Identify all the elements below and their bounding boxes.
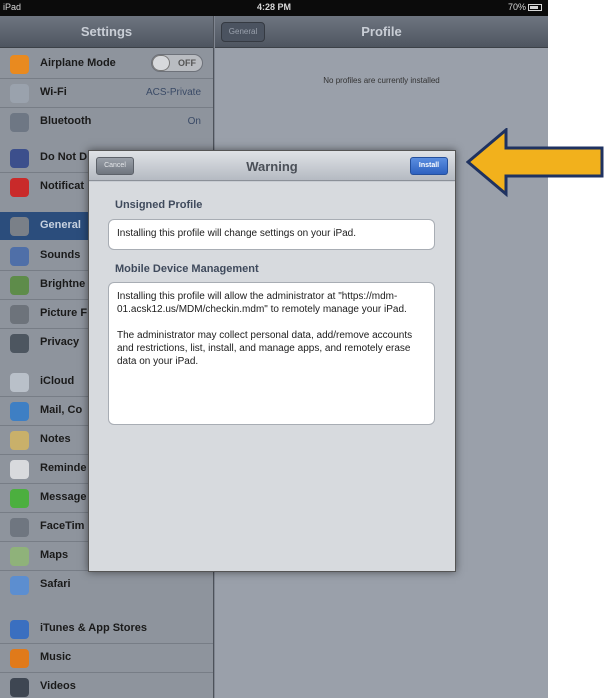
dialog-title: Warning	[246, 159, 298, 174]
sidebar-item-music[interactable]: Music	[0, 644, 213, 672]
mail-icon	[10, 402, 29, 421]
install-button[interactable]: Install	[410, 157, 448, 175]
empty-profiles-message: No profiles are currently installed	[323, 76, 440, 85]
mdm-card: Installing this profile will allow the a…	[108, 282, 435, 425]
speaker-icon	[10, 247, 29, 266]
unsigned-profile-heading: Unsigned Profile	[115, 199, 203, 211]
notifications-icon	[10, 178, 29, 197]
unsigned-profile-text: Installing this profile will change sett…	[117, 228, 357, 239]
mdm-paragraph-1: Installing this profile will allow the a…	[117, 291, 407, 315]
profile-title: Profile	[361, 24, 402, 39]
dialog-header: Cancel Warning Install	[89, 151, 455, 181]
warning-dialog: Cancel Warning Install Unsigned Profile …	[88, 150, 456, 572]
back-button-general[interactable]: General	[221, 22, 265, 42]
sidebar-item-airplane-mode[interactable]: Airplane Mode OFF	[0, 50, 213, 78]
bluetooth-value: On	[187, 116, 201, 127]
wallpaper-icon	[10, 276, 29, 295]
clock: 4:28 PM	[256, 2, 291, 12]
callout-arrow-icon	[466, 128, 604, 198]
sidebar-item-safari[interactable]: Safari	[0, 571, 213, 599]
battery-indicator: 70%	[508, 2, 542, 12]
settings-title: Settings	[0, 16, 213, 48]
maps-icon	[10, 547, 29, 566]
picture-frame-icon	[10, 305, 29, 324]
safari-icon	[10, 576, 29, 595]
unsigned-profile-card: Installing this profile will change sett…	[108, 219, 435, 250]
music-icon	[10, 649, 29, 668]
wifi-icon	[10, 84, 29, 103]
videos-icon	[10, 678, 29, 697]
notes-icon	[10, 431, 29, 450]
battery-percent: 70%	[507, 2, 526, 12]
wifi-network-value: ACS-Private	[145, 87, 201, 98]
sidebar-item-itunes-app-stores[interactable]: iTunes & App Stores	[0, 615, 213, 643]
gear-icon	[10, 217, 29, 236]
moon-icon	[10, 149, 29, 168]
sidebar-item-videos[interactable]: Videos	[0, 673, 213, 698]
sidebar-item-wifi[interactable]: Wi-Fi ACS-Private	[0, 79, 213, 107]
airplane-icon	[10, 55, 29, 74]
reminders-icon	[10, 460, 29, 479]
dialog-body: Unsigned Profile Installing this profile…	[89, 182, 455, 571]
profile-navbar: Profile General	[215, 16, 548, 48]
facetime-icon	[10, 518, 29, 537]
bluetooth-icon	[10, 113, 29, 132]
mdm-paragraph-2: The administrator may collect personal d…	[117, 330, 413, 367]
messages-icon	[10, 489, 29, 508]
sidebar-item-bluetooth[interactable]: Bluetooth On	[0, 108, 213, 136]
airplane-mode-toggle[interactable]: OFF	[151, 54, 203, 72]
hand-icon	[10, 334, 29, 353]
battery-icon	[528, 4, 542, 11]
cloud-icon	[10, 373, 29, 392]
status-bar: iPad 4:28 PM 70%	[0, 0, 548, 16]
mdm-heading: Mobile Device Management	[115, 263, 259, 275]
ipad-screen: iPad 4:28 PM 70% Settings Airplane Mode …	[0, 0, 548, 698]
app-store-icon	[10, 620, 29, 639]
